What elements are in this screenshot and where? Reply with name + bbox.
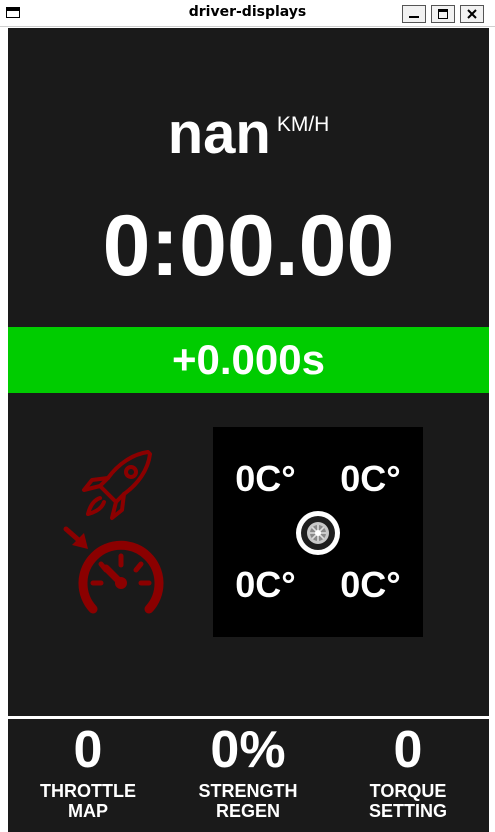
regen-strength-stat: 0% STRENGTH REGEN [168,721,328,821]
tyre-temp-front-left: 0C° [235,458,296,499]
regen-strength-label-line1: STRENGTH [198,781,298,801]
tyre-temp-rear-right: 0C° [340,564,401,605]
throttle-map-label-line2: MAP [68,801,108,821]
maximize-button[interactable] [431,5,455,23]
close-icon [467,9,477,19]
tyre-temperature-panel: 0C° 0C° 0C° 0C° [213,427,423,637]
speed-readout: nan KM/H [8,100,489,167]
rocket-icon [82,450,152,520]
minimize-button[interactable] [402,5,426,23]
throttle-map-stat: 0 THROTTLE MAP [8,721,168,821]
tyre-temp-front-right: 0C° [340,458,401,499]
throttle-map-value: 0 [73,721,103,779]
throttle-map-label: THROTTLE MAP [8,781,168,821]
tyre-temp-rear-left: 0C° [235,564,296,605]
lap-time: 0:00.00 [102,198,395,294]
torque-setting-label-line2: SETTING [368,801,447,821]
close-button[interactable] [460,5,484,23]
window-titlebar: driver-displays [0,0,495,27]
speed-unit: KM/H [276,113,330,136]
delta-bar: +0.000s [8,327,489,393]
speedometer-icon [63,526,164,614]
torque-setting-value: 0 [393,721,423,779]
speed-value: nan [167,101,271,166]
torque-setting-label: TORQUE SETTING [328,781,488,821]
regen-strength-value: 0% [210,721,286,779]
torque-setting-label-line1: TORQUE [369,781,447,801]
torque-setting-stat: 0 TORQUE SETTING [328,721,488,821]
regen-strength-label-line2: REGEN [215,801,280,821]
dashboard: nan KM/H 0:00.00 +0.000s 0C° 0C° 0C° 0C°… [8,28,489,832]
tyre-icon [296,511,340,555]
regen-strength-label: STRENGTH REGEN [168,781,328,821]
throttle-map-label-line1: THROTTLE [40,781,136,801]
divider [8,716,489,719]
